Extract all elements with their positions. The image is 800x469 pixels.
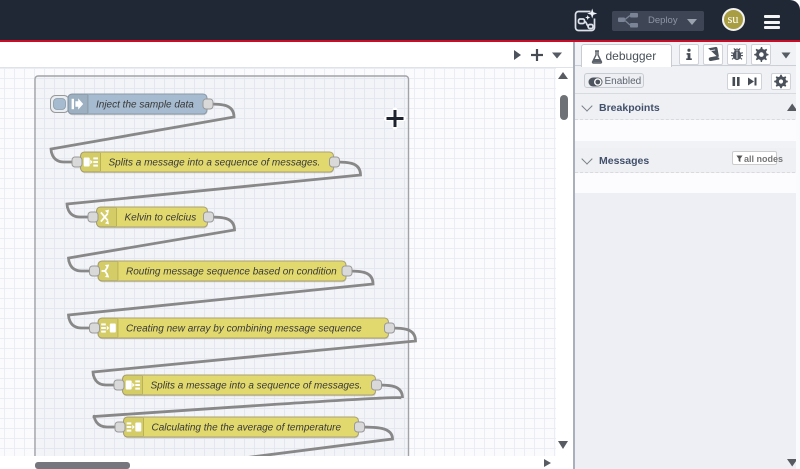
- svg-text:Calculating the the average of: Calculating the the average of temperatu…: [152, 423, 342, 434]
- svg-text:Creating new array by combinin: Creating new array by combining message …: [126, 324, 362, 335]
- svg-text:Routing message sequence based: Routing message sequence based on condit…: [126, 267, 337, 278]
- svg-text:Inject the sample data: Inject the sample data: [96, 100, 194, 111]
- svg-text:Splits a message into a sequen: Splits a message into a sequence of mess…: [151, 381, 363, 392]
- svg-text:Kelvin to celcius: Kelvin to celcius: [125, 213, 197, 224]
- svg-text:Splits a message into a sequen: Splits a message into a sequence of mess…: [109, 158, 321, 169]
